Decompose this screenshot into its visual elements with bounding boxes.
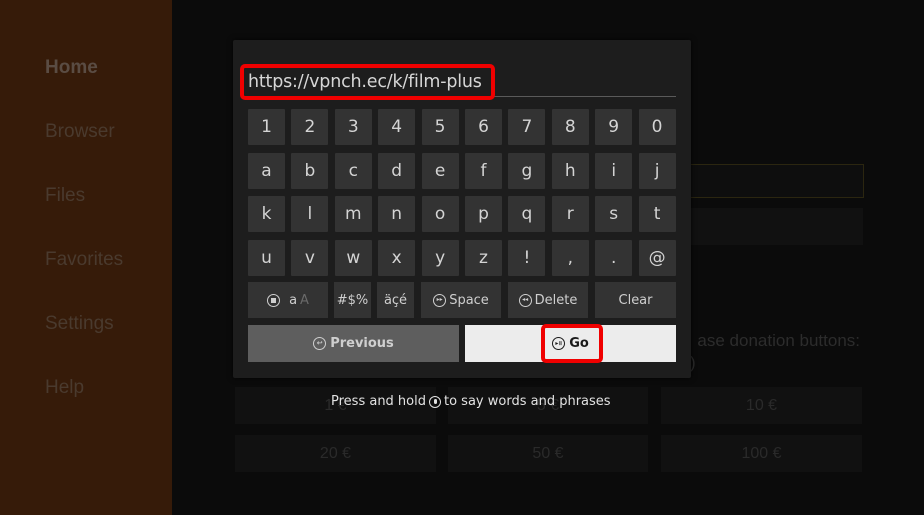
voice-hint: Press and hold to say words and phrases [0, 394, 924, 409]
key[interactable]: n [378, 196, 416, 232]
menu-button-icon [267, 293, 281, 307]
symbols-key[interactable]: #$% [334, 282, 371, 318]
key[interactable]: . [595, 239, 633, 276]
url-highlight-box [240, 64, 495, 100]
key[interactable]: x [378, 239, 416, 276]
key[interactable]: c [334, 152, 372, 189]
hint-text-after: to say words and phrases [444, 394, 611, 409]
previous-button[interactable]: ↩ Previous [248, 325, 459, 362]
sidebar-item-browser[interactable]: Browser [45, 121, 115, 143]
donation-button[interactable]: 100 € [661, 435, 862, 472]
key[interactable]: z [465, 239, 502, 276]
clear-key[interactable]: Clear [595, 282, 676, 318]
key[interactable]: 2 [291, 109, 329, 145]
key[interactable]: t [638, 196, 676, 232]
key[interactable]: o [421, 196, 459, 232]
rewind-icon: ◂◂ [518, 293, 532, 307]
sidebar: Home Browser Files Favorites Settings He… [0, 0, 172, 515]
key[interactable]: s [595, 196, 633, 232]
space-key[interactable]: ▸▸ Space [421, 282, 501, 318]
key[interactable]: e [421, 152, 459, 189]
key[interactable]: f [465, 152, 502, 189]
key[interactable]: q [508, 196, 546, 232]
key[interactable]: d [378, 152, 416, 189]
microphone-icon [429, 395, 441, 408]
delete-label: Delete [534, 292, 578, 308]
key[interactable]: p [465, 196, 502, 232]
key[interactable]: v [291, 239, 329, 276]
sidebar-item-favorites[interactable]: Favorites [45, 249, 123, 271]
back-icon: ↩ [313, 337, 327, 350]
go-highlight-box [541, 324, 603, 363]
key[interactable]: k [248, 196, 285, 232]
key[interactable]: w [334, 239, 372, 276]
key[interactable]: 1 [248, 109, 285, 145]
key[interactable]: 9 [595, 109, 633, 145]
key[interactable]: m [334, 196, 372, 232]
sidebar-item-files[interactable]: Files [45, 185, 85, 207]
key[interactable]: @ [638, 239, 676, 276]
fast-forward-icon: ▸▸ [433, 293, 447, 307]
donation-button[interactable]: 20 € [235, 435, 436, 472]
previous-label: Previous [330, 336, 394, 351]
hint-text-before: Press and hold [331, 394, 426, 409]
sidebar-item-settings[interactable]: Settings [45, 313, 114, 335]
key[interactable]: 8 [551, 109, 589, 145]
delete-key[interactable]: ◂◂ Delete [508, 282, 588, 318]
key[interactable]: , [551, 239, 589, 276]
key[interactable]: 7 [508, 109, 546, 145]
key[interactable]: 4 [378, 109, 416, 145]
case-upper-label: A [300, 292, 309, 308]
key[interactable]: ! [508, 239, 546, 276]
key[interactable]: a [248, 152, 285, 189]
key[interactable]: l [291, 196, 329, 232]
key[interactable]: g [508, 152, 546, 189]
donation-button[interactable]: 50 € [448, 435, 648, 472]
key[interactable]: y [421, 239, 459, 276]
accents-key[interactable]: äçé [377, 282, 414, 318]
case-toggle-key[interactable]: aA [248, 282, 328, 318]
key[interactable]: 0 [638, 109, 676, 145]
key[interactable]: h [551, 152, 589, 189]
case-lower-label: a [289, 292, 298, 308]
sidebar-item-home[interactable]: Home [45, 57, 98, 79]
onscreen-keyboard: https://vpnch.ec/k/film-plus 1234567890a… [233, 40, 691, 378]
key[interactable]: 3 [334, 109, 372, 145]
key[interactable]: b [291, 152, 329, 189]
key[interactable]: i [595, 152, 633, 189]
key[interactable]: j [638, 152, 676, 189]
key[interactable]: u [248, 239, 285, 276]
key[interactable]: 6 [465, 109, 502, 145]
key[interactable]: r [551, 196, 589, 232]
space-label: Space [449, 292, 489, 308]
key[interactable]: 5 [421, 109, 459, 145]
